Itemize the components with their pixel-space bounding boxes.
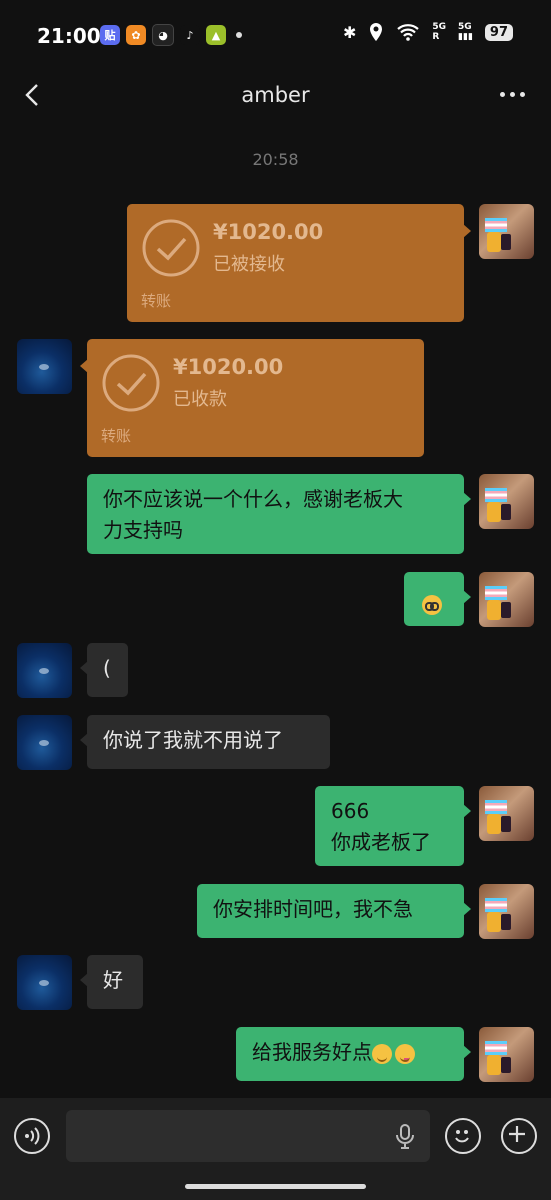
yum-face-emoji-icon: [395, 1043, 415, 1064]
plus-icon: [509, 1126, 525, 1142]
avatar-amber[interactable]: [17, 339, 72, 394]
voice-wave-icon: [25, 1127, 40, 1145]
more-notifications-icon: [236, 32, 242, 38]
message-bubble-received[interactable]: (: [80, 643, 128, 697]
avatar-me[interactable]: [479, 474, 534, 529]
nerd-face-emoji-icon: [422, 594, 442, 615]
battery-icon: 97: [484, 23, 513, 41]
game-icon: ▲: [206, 25, 226, 45]
transfer-card-sent[interactable]: ¥1020.00 已被接收 转账: [127, 204, 471, 322]
signal-2-icon: 5G ▮▮▮: [458, 22, 473, 42]
message-bubble-sent[interactable]: 你不应该说一个什么，感谢老板大 力支持吗: [87, 474, 471, 554]
transfer-label: 转账: [101, 427, 132, 445]
location-icon: [370, 23, 383, 41]
qq-icon: ◕: [152, 24, 174, 46]
transfer-status: 已被接收: [213, 254, 285, 275]
tiktok-icon: ♪: [180, 25, 200, 45]
message-bubble-sent[interactable]: 你安排时间吧，我不急: [197, 884, 471, 938]
check-circle-icon: [142, 219, 200, 277]
message-bubble-received[interactable]: 你说了我就不用说了: [80, 715, 330, 769]
more-actions-button[interactable]: [501, 1118, 537, 1154]
avatar-me[interactable]: [479, 1027, 534, 1082]
more-options-icon[interactable]: [500, 92, 525, 97]
message-text-line: 力支持吗: [103, 518, 183, 542]
avatar-me[interactable]: [479, 204, 534, 259]
home-indicator[interactable]: [185, 1184, 366, 1189]
chat-title: amber: [241, 83, 310, 107]
emoji-button[interactable]: [445, 1118, 481, 1154]
transfer-card-received[interactable]: ¥1020.00 已收款 转账: [80, 339, 424, 457]
status-time: 21:00: [37, 24, 101, 48]
transfer-amount: ¥1020.00: [173, 355, 284, 379]
message-input[interactable]: [66, 1110, 430, 1162]
message-bubble-received[interactable]: 好: [80, 955, 143, 1009]
message-bubble-sent[interactable]: 666 你成老板了: [315, 786, 471, 866]
avatar-amber[interactable]: [17, 643, 72, 698]
avatar-amber[interactable]: [17, 715, 72, 770]
notification-icons: 贴 ✿ ◕ ♪ ▲: [100, 24, 242, 46]
voice-toggle-button[interactable]: [14, 1118, 50, 1154]
transfer-status: 已收款: [173, 389, 227, 410]
transfer-amount: ¥1020.00: [213, 220, 324, 244]
check-circle-icon: [102, 354, 160, 412]
mic-icon[interactable]: [395, 1124, 415, 1150]
chat-header: amber: [0, 70, 551, 122]
message-text-line: 你成老板了: [331, 830, 431, 854]
wifi-icon: [397, 24, 420, 41]
message-text-line: 你不应该说一个什么，感谢老板大: [103, 487, 403, 511]
avatar-me[interactable]: [479, 572, 534, 627]
smiley-icon: [455, 1130, 469, 1143]
relieved-face-emoji-icon: [372, 1043, 392, 1064]
message-timestamp: 20:58: [252, 150, 299, 169]
message-text-line: 666: [331, 799, 370, 823]
transfer-label: 转账: [141, 292, 172, 310]
avatar-me[interactable]: [479, 884, 534, 939]
system-icons: ✱ 5G R 5G ▮▮▮ 97: [343, 22, 513, 42]
taobao-icon: ✿: [126, 25, 146, 45]
bluetooth-icon: ✱: [342, 22, 357, 42]
message-input-bar: [0, 1098, 551, 1200]
message-text: 给我服务好点: [252, 1040, 372, 1064]
tieba-icon: 贴: [100, 25, 120, 45]
status-bar: 21:00 贴 ✿ ◕ ♪ ▲ ✱ 5G R 5G ▮▮▮ 97: [0, 0, 551, 70]
message-bubble-sent[interactable]: 给我服务好点: [236, 1027, 471, 1081]
avatar-amber[interactable]: [17, 955, 72, 1010]
message-bubble-sent[interactable]: [404, 572, 471, 626]
avatar-me[interactable]: [479, 786, 534, 841]
signal-1-icon: 5G R: [432, 22, 447, 42]
